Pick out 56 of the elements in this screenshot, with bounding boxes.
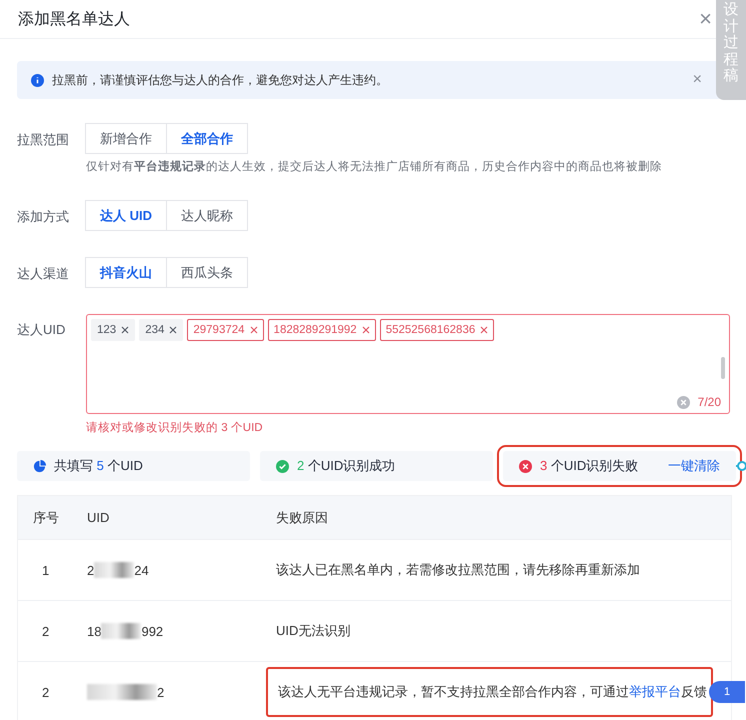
column-header: 序号 <box>32 508 60 526</box>
table-cell-text: 2 <box>41 624 50 638</box>
segment-option[interactable]: 达人 UID <box>85 200 167 231</box>
alert-text: 拉黑前，请谨慎评估您与达人的合作，避免您对达人产生违约。 <box>52 72 389 88</box>
failure-reason: 该达人已在黑名单内，若需修改拉黑范围，请先移除再重新添加 <box>276 561 640 579</box>
table-cell: 2 <box>87 562 94 578</box>
failure-reason: 该达人无平台违规记录，暂不支持拉黑全部合作内容，可通过举报平台反馈 <box>266 667 713 717</box>
hint-text: 仅针对有平台违规记录的达人生效，提交后达人将无法推广店铺所有商品，历史合作内容中的商品也将被删除 <box>86 159 663 174</box>
annotation-badge: 1 <box>709 681 745 703</box>
redaction-blur <box>101 623 142 639</box>
field-label: 拉黑范围 <box>17 131 70 149</box>
segment-option[interactable]: 抖音火山 <box>85 257 167 288</box>
column-header: 失败原因 <box>276 508 329 526</box>
segment-option[interactable]: 西瓜头条 <box>166 257 248 288</box>
error-circle-icon <box>519 460 532 472</box>
redaction-blur <box>94 562 134 578</box>
field-label: 达人渠道 <box>17 265 70 283</box>
summary-text: 共填写 5 个UID <box>54 457 143 475</box>
field-label: 达人UID <box>17 321 66 339</box>
remove-icon[interactable] <box>250 326 258 334</box>
uid-tag: 234 <box>139 319 184 341</box>
table-cell-text: 1 <box>41 562 50 578</box>
uid-input-field[interactable]: 123 234 29793724 1828289291992 55252568162836 7/20 <box>86 314 730 414</box>
check-circle-icon <box>276 460 289 472</box>
summary-text: 2 个UID识别成功 <box>297 457 396 475</box>
segment-option[interactable]: 达人昵称 <box>166 200 248 231</box>
table-cell: 24 <box>134 562 149 578</box>
uid-tag: 1828289291992 <box>268 319 376 341</box>
scrollbar[interactable] <box>721 357 725 379</box>
info-icon <box>31 74 44 86</box>
segment-option[interactable]: 新增合作 <box>85 123 167 154</box>
table-cell: 2 <box>157 684 164 700</box>
report-link[interactable]: 举报平台 <box>629 684 681 699</box>
segment-option[interactable]: 全部合作 <box>166 123 248 154</box>
column-header: UID <box>87 510 110 525</box>
dialog-title: 添加黑名单达人 <box>18 10 130 30</box>
remove-icon[interactable] <box>169 326 178 334</box>
remove-icon[interactable] <box>362 326 370 334</box>
alert-close-button[interactable]: × <box>692 71 702 89</box>
table-cell: 18 <box>87 624 102 638</box>
uid-tag: 123 <box>91 319 136 341</box>
clear-all-link[interactable]: 一键清除 <box>668 457 720 475</box>
tag-counter: 7/20 <box>698 395 721 409</box>
error-message: 请核对或修改识别失败的 3 个UID <box>86 420 264 435</box>
failure-reason: UID无法识别 <box>276 622 350 640</box>
summary-text: 3 个UID识别失败 <box>540 457 638 475</box>
remove-icon[interactable] <box>480 326 488 334</box>
pie-chart-icon <box>33 460 46 472</box>
uid-tag: 55252568162836 <box>380 319 494 341</box>
field-label: 添加方式 <box>17 208 70 226</box>
table-cell-text: 2 <box>41 684 50 700</box>
table-cell: 992 <box>141 624 164 638</box>
close-button[interactable]: × <box>699 8 712 30</box>
redaction-blur <box>87 684 157 700</box>
uid-tag: 29793724 <box>187 319 264 341</box>
remove-icon[interactable] <box>121 326 130 334</box>
